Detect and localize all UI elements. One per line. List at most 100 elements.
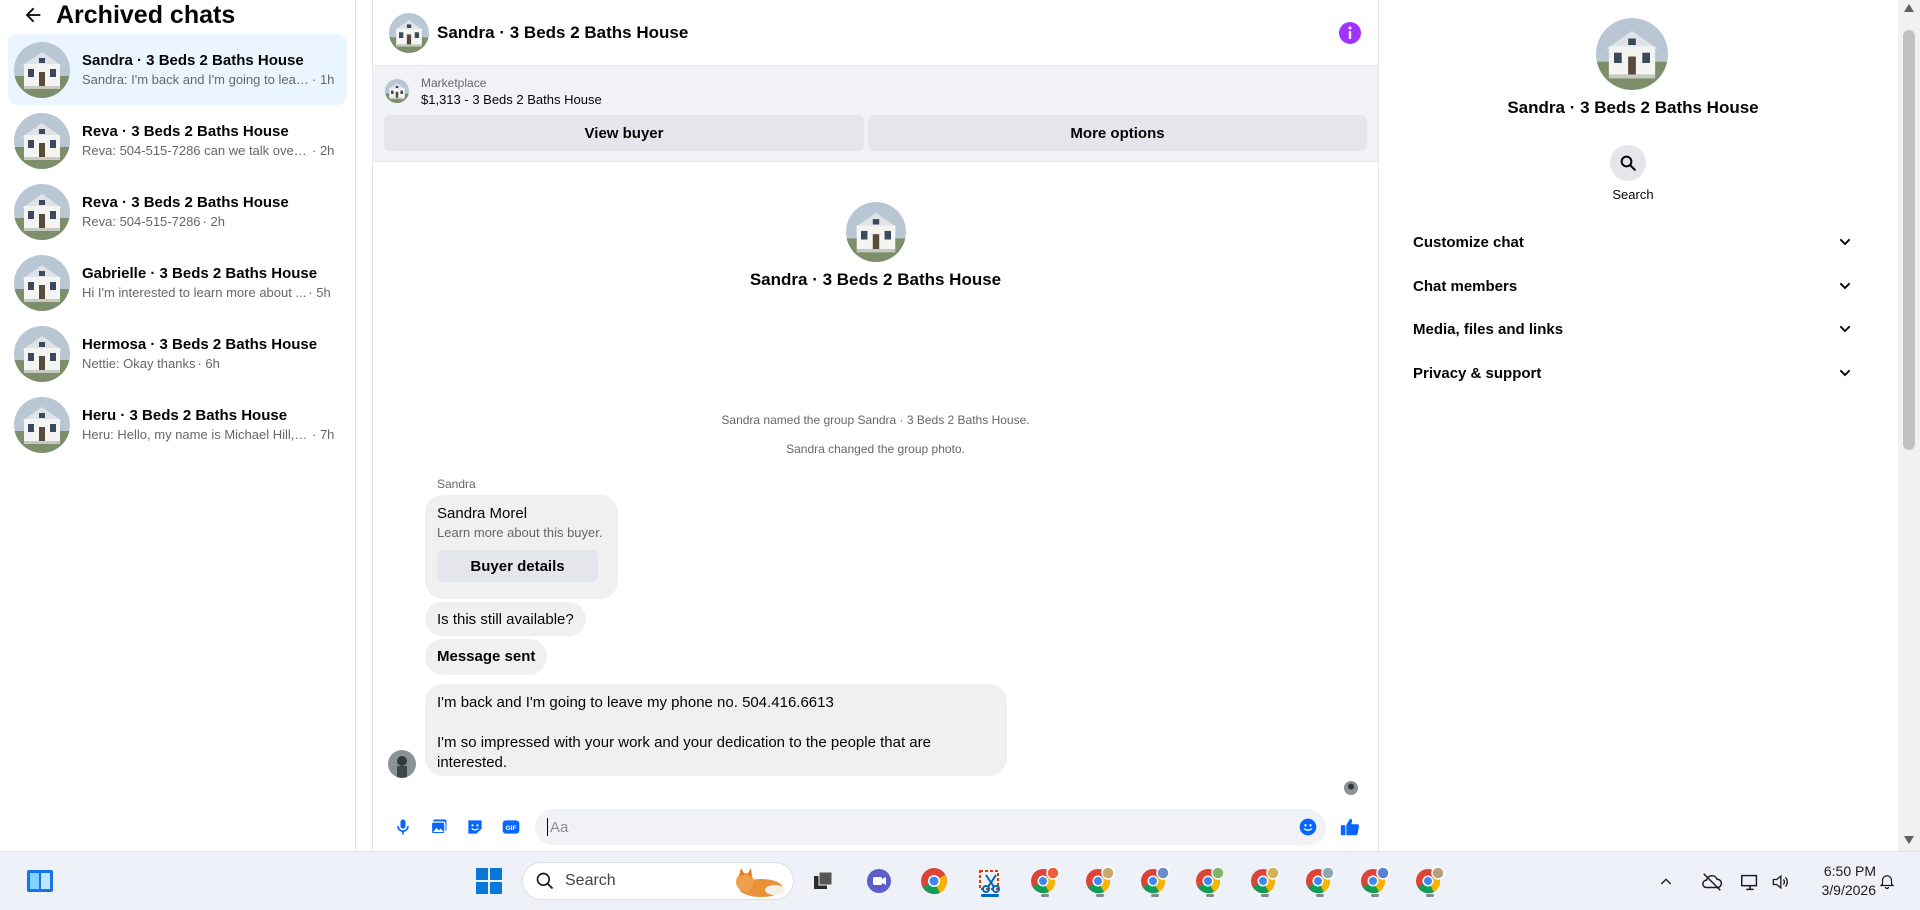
scroll-thumb[interactable] — [1903, 30, 1915, 450]
cloud-off-icon[interactable] — [1692, 871, 1732, 893]
taskbar-search-label: Search — [565, 872, 616, 889]
message-line: I'm so impressed with your work and your… — [437, 734, 931, 771]
chat-time: · 5h — [308, 285, 331, 300]
scroll-down-arrow-icon[interactable] — [1904, 836, 1914, 844]
thread-intro: Sandra · 3 Beds 2 Baths House — [373, 202, 1378, 290]
emoji-icon[interactable] — [1298, 817, 1318, 841]
chat-name: Gabrielle · 3 Beds 2 Baths House — [82, 265, 318, 282]
more-options-button[interactable]: More options — [868, 115, 1367, 151]
chrome-profile-icon[interactable] — [1025, 861, 1065, 901]
page-scrollbar[interactable] — [1898, 0, 1920, 851]
chevron-down-icon — [1839, 282, 1851, 290]
chat-preview: Reva: 504-515-7286 — [82, 214, 201, 229]
snipping-tool-icon[interactable] — [970, 861, 1010, 901]
section-privacy-support[interactable]: Privacy & support — [1403, 353, 1863, 393]
chat-item-gabrielle[interactable]: Gabrielle · 3 Beds 2 Baths House Hi I'm … — [8, 247, 347, 318]
section-chat-members[interactable]: Chat members — [1403, 266, 1863, 306]
taskbar-search[interactable]: Search — [522, 862, 794, 900]
chevron-down-icon — [1839, 238, 1851, 246]
sender-avatar — [388, 750, 416, 778]
section-label: Chat members — [1413, 277, 1518, 295]
section-label: Privacy & support — [1413, 364, 1542, 382]
chat-preview: Hi I'm interested to learn more about ..… — [82, 285, 307, 300]
message-line: I'm back and I'm going to leave my phone… — [437, 694, 834, 711]
chat-avatar — [14, 326, 70, 382]
chat-item-heru[interactable]: Heru · 3 Beds 2 Baths House Heru: Hello,… — [8, 389, 347, 460]
system-message: Sandra changed the group photo. — [786, 442, 965, 456]
chevron-down-icon — [1839, 369, 1851, 377]
search-label: Search — [1612, 187, 1654, 202]
chrome-profile-icon[interactable] — [1300, 861, 1340, 901]
chrome-profile-icon[interactable] — [1080, 861, 1120, 901]
chrome-icon[interactable] — [914, 861, 954, 901]
chevron-up-icon[interactable] — [1652, 874, 1680, 890]
chrome-profile-icon[interactable] — [1410, 861, 1450, 901]
sidebar-header: Archived chats — [0, 0, 355, 30]
buyer-subtitle: Learn more about this buyer. — [437, 525, 603, 540]
chat-avatar — [14, 184, 70, 240]
message-input[interactable]: Aa — [535, 809, 1326, 845]
buyer-details-button[interactable]: Buyer details — [437, 550, 598, 582]
chat-name: Reva · 3 Beds 2 Baths House — [82, 123, 289, 140]
chat-avatar — [14, 42, 70, 98]
sidebar-title: Archived chats — [56, 0, 236, 29]
conversation-avatar[interactable] — [389, 13, 429, 53]
thumbs-up-icon[interactable] — [1332, 809, 1368, 845]
gif-icon[interactable]: GIF — [493, 809, 529, 845]
section-customize-chat[interactable]: Customize chat — [1403, 222, 1863, 262]
buyer-name: Sandra Morel — [437, 505, 528, 522]
section-media-files-links[interactable]: Media, files and links — [1403, 309, 1863, 349]
message-input-placeholder: Aa — [550, 818, 569, 836]
back-arrow-icon[interactable] — [20, 2, 46, 28]
intro-avatar — [846, 202, 906, 262]
chat-item-sandra[interactable]: Sandra · 3 Beds 2 Baths House Sandra: I'… — [8, 34, 347, 105]
clock[interactable]: 6:50 PM 3/9/2026 — [1822, 862, 1877, 900]
chat-time: · 2h — [312, 143, 335, 158]
chrome-profile-icon[interactable] — [1355, 861, 1395, 901]
notification-bell-icon[interactable] — [1872, 861, 1902, 901]
info-icon[interactable] — [1338, 21, 1362, 45]
intro-name: Sandra · 3 Beds 2 Baths House — [749, 270, 1002, 289]
chat-time: · 6h — [197, 356, 220, 371]
conversation-title[interactable]: Sandra · 3 Beds 2 Baths House — [437, 23, 1338, 43]
clock-time: 6:50 PM — [1823, 863, 1876, 879]
info-name: Sandra · 3 Beds 2 Baths House — [1507, 98, 1759, 117]
chrome-profile-icon[interactable] — [1190, 861, 1230, 901]
chrome-profile-icon[interactable] — [1245, 861, 1285, 901]
chat-time: · 7h — [312, 427, 335, 442]
photo-icon[interactable] — [421, 809, 457, 845]
widgets-icon[interactable] — [20, 861, 60, 901]
microphone-icon[interactable] — [385, 809, 421, 845]
chat-avatar — [14, 113, 70, 169]
task-view-icon[interactable] — [803, 861, 843, 901]
network-icon[interactable] — [1734, 871, 1766, 893]
chat-item-hermosa[interactable]: Hermosa · 3 Beds 2 Baths House Nettie: O… — [8, 318, 347, 389]
chat-list: Sandra · 3 Beds 2 Baths House Sandra: I'… — [0, 34, 355, 460]
chat-name: Reva · 3 Beds 2 Baths House — [82, 194, 289, 211]
chat-avatar — [14, 255, 70, 311]
search-icon — [536, 872, 554, 890]
view-buyer-button[interactable]: View buyer — [384, 115, 865, 151]
system-tray — [1652, 852, 1794, 910]
listing-title[interactable]: $1,313 - 3 Beds 2 Baths House — [421, 92, 602, 107]
message-thread: Sandra · 3 Beds 2 Baths House Sandra nam… — [373, 164, 1378, 803]
teams-meet-icon[interactable] — [859, 861, 899, 901]
chat-item-reva[interactable]: Reva · 3 Beds 2 Baths House Reva: 504-51… — [8, 105, 347, 176]
chat-preview: Reva: 504-515-7286 can we talk over ... — [82, 143, 310, 158]
chat-info-panel: Sandra · 3 Beds 2 Baths House Search Cus… — [1395, 0, 1871, 851]
chat-item-reva-2[interactable]: Reva · 3 Beds 2 Baths House Reva: 504-51… — [8, 176, 347, 247]
chat-preview: Nettie: Okay thanks — [82, 356, 196, 371]
system-message: Sandra named the group Sandra · 3 Beds 2… — [721, 413, 1030, 427]
chat-name: Heru · 3 Beds 2 Baths House — [82, 407, 288, 424]
start-icon[interactable] — [469, 861, 509, 901]
chrome-profile-icon[interactable] — [1135, 861, 1175, 901]
volume-icon[interactable] — [1766, 872, 1794, 892]
search-button[interactable] — [1610, 145, 1646, 181]
scroll-up-arrow-icon[interactable] — [1904, 4, 1914, 12]
message-bubble: I'm back and I'm going to leave my phone… — [425, 684, 1007, 776]
listing-thumbnail[interactable] — [385, 79, 409, 103]
chat-name: Hermosa · 3 Beds 2 Baths House — [82, 336, 318, 353]
chevron-down-icon — [1839, 325, 1851, 333]
sticker-icon[interactable] — [457, 809, 493, 845]
conversation-header: Sandra · 3 Beds 2 Baths House — [373, 0, 1378, 66]
